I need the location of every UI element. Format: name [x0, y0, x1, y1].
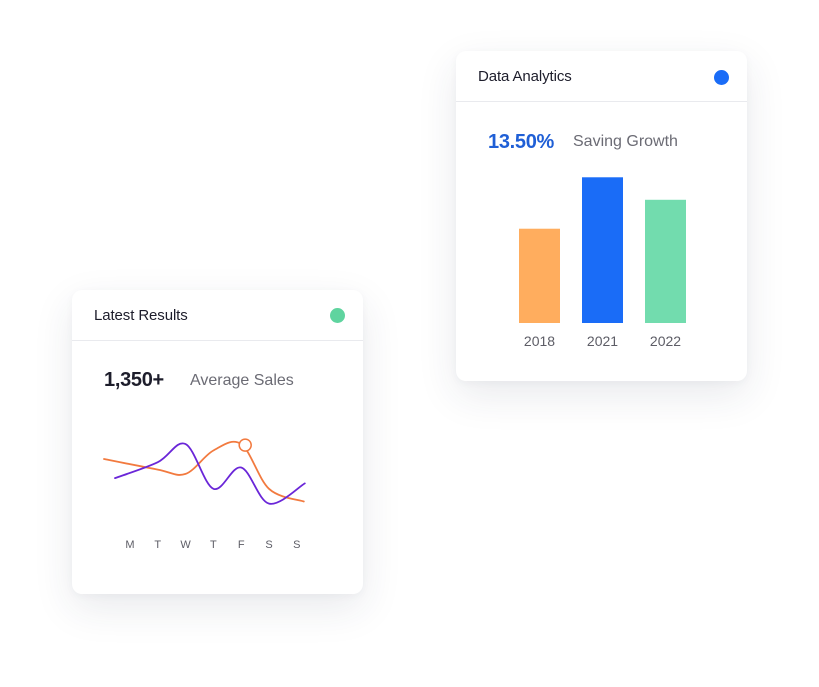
x-tick-label: 2018	[524, 333, 555, 349]
x-tick-label: W	[180, 539, 191, 551]
x-tick-label: T	[210, 539, 217, 551]
latest-results-card: Latest Results 1,350+ Average Sales MTWT…	[72, 290, 363, 594]
highlight-point-marker	[238, 438, 252, 452]
saving-growth-bar-chart: 2018 2021 2022	[519, 177, 686, 349]
average-sales-line-chart: MTWTFSS	[103, 438, 306, 551]
x-tick-label: F	[238, 539, 245, 551]
x-tick-label: 2022	[650, 333, 681, 349]
x-tick-label: S	[265, 539, 272, 551]
x-tick-label: 2021	[587, 333, 618, 349]
data-analytics-card: Data Analytics 13.50% Saving Growth 2018…	[456, 51, 747, 381]
bar-2022	[645, 199, 686, 323]
x-tick-label: M	[125, 539, 134, 551]
bar-2021	[582, 177, 623, 323]
x-tick-label: T	[154, 539, 161, 551]
bar-2018	[519, 228, 560, 323]
x-tick-label: S	[293, 539, 300, 551]
